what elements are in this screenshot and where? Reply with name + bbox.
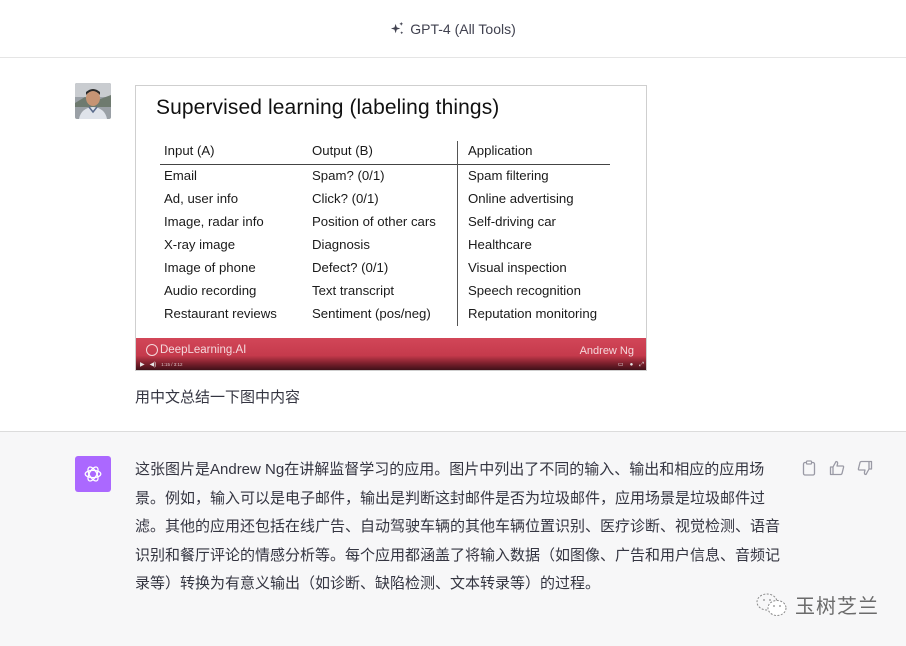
output-cell: Sentiment (pos/neg) [312, 306, 431, 321]
input-header: Input (A) [164, 143, 215, 158]
output-cell: Click? (0/1) [312, 191, 379, 206]
slide-footer: DeepLearning.AI Andrew Ng ▶ ◀) 1:15 / 3:… [136, 338, 646, 370]
fullscreen-icon[interactable]: ⤢ [639, 362, 644, 368]
output-cell: Text transcript [312, 283, 395, 298]
application-cell: Spam filtering [468, 168, 549, 183]
table-header-divider [160, 164, 610, 165]
model-label: GPT-4 (All Tools) [410, 20, 516, 37]
gpt-avatar [75, 456, 111, 492]
captions-icon[interactable]: ▭ [618, 362, 624, 368]
application-cell: Reputation monitoring [468, 306, 598, 321]
application-header: Application [468, 143, 533, 158]
input-cell: Image of phone [164, 260, 256, 275]
wechat-icon [756, 593, 787, 616]
user-avatar [75, 83, 111, 119]
output-column: Output (B) Spam? (0/1) Click? (0/1) Posi… [312, 142, 436, 325]
settings-icon[interactable]: ● [630, 362, 634, 368]
thumbs-up-button[interactable] [828, 459, 846, 477]
thumbs-down-icon [857, 460, 873, 476]
application-cell: Healthcare [468, 237, 532, 252]
input-cell: Ad, user info [164, 191, 239, 206]
video-player-controls: ▶ ◀) 1:15 / 3:12 ▭ ● ⤢ [136, 359, 646, 370]
input-cell: Audio recording [164, 283, 257, 298]
input-cell: X-ray image [164, 237, 236, 252]
deeplearning-logo-icon [146, 344, 158, 356]
top-bar: GPT-4 (All Tools) [0, 0, 906, 58]
volume-icon[interactable]: ◀) [150, 362, 157, 368]
application-cell: Online advertising [468, 191, 574, 206]
assistant-response: 这张图片是Andrew Ng在讲解监督学习的应用。图片中列出了不同的输入、输出和… [135, 461, 781, 592]
table-column-divider [457, 141, 458, 326]
model-selector[interactable]: GPT-4 (All Tools) [390, 21, 516, 37]
player-time: 1:15 / 3:12 [161, 362, 183, 367]
application-cell: Visual inspection [468, 260, 567, 275]
slide-image: Supervised learning (labeling things) In… [135, 85, 647, 371]
thumbs-down-button[interactable] [856, 459, 874, 477]
brand-name: DeepLearning.AI [160, 344, 247, 356]
application-column: Application Spam filtering Online advert… [468, 142, 597, 325]
wechat-watermark: 玉树芝兰 [755, 590, 879, 619]
brand-logo: DeepLearning.AI [146, 344, 246, 356]
copy-button[interactable] [800, 459, 818, 477]
input-cell: Restaurant reviews [164, 306, 277, 321]
input-cell: Image, radar info [164, 214, 264, 229]
input-cell: Email [164, 168, 197, 183]
openai-logo-icon [84, 466, 102, 482]
output-cell: Defect? (0/1) [312, 260, 389, 275]
output-cell: Position of other cars [312, 214, 436, 229]
message-actions [800, 459, 874, 477]
slide-title: Supervised learning (labeling things) [156, 96, 500, 119]
clipboard-icon [802, 460, 816, 476]
application-cell: Speech recognition [468, 283, 581, 298]
sparkle-icon [391, 21, 404, 35]
play-icon[interactable]: ▶ [140, 362, 145, 368]
output-cell: Spam? (0/1) [312, 168, 385, 183]
user-prompt: 用中文总结一下图中内容 [135, 389, 301, 406]
output-header: Output (B) [312, 143, 373, 158]
input-column: Input (A) Email Ad, user info Image, rad… [164, 142, 277, 325]
thumbs-up-icon [829, 460, 845, 476]
application-cell: Self-driving car [468, 214, 556, 229]
output-cell: Diagnosis [312, 237, 370, 252]
presenter-name: Andrew Ng [579, 345, 634, 357]
watermark-text: 玉树芝兰 [795, 596, 879, 618]
